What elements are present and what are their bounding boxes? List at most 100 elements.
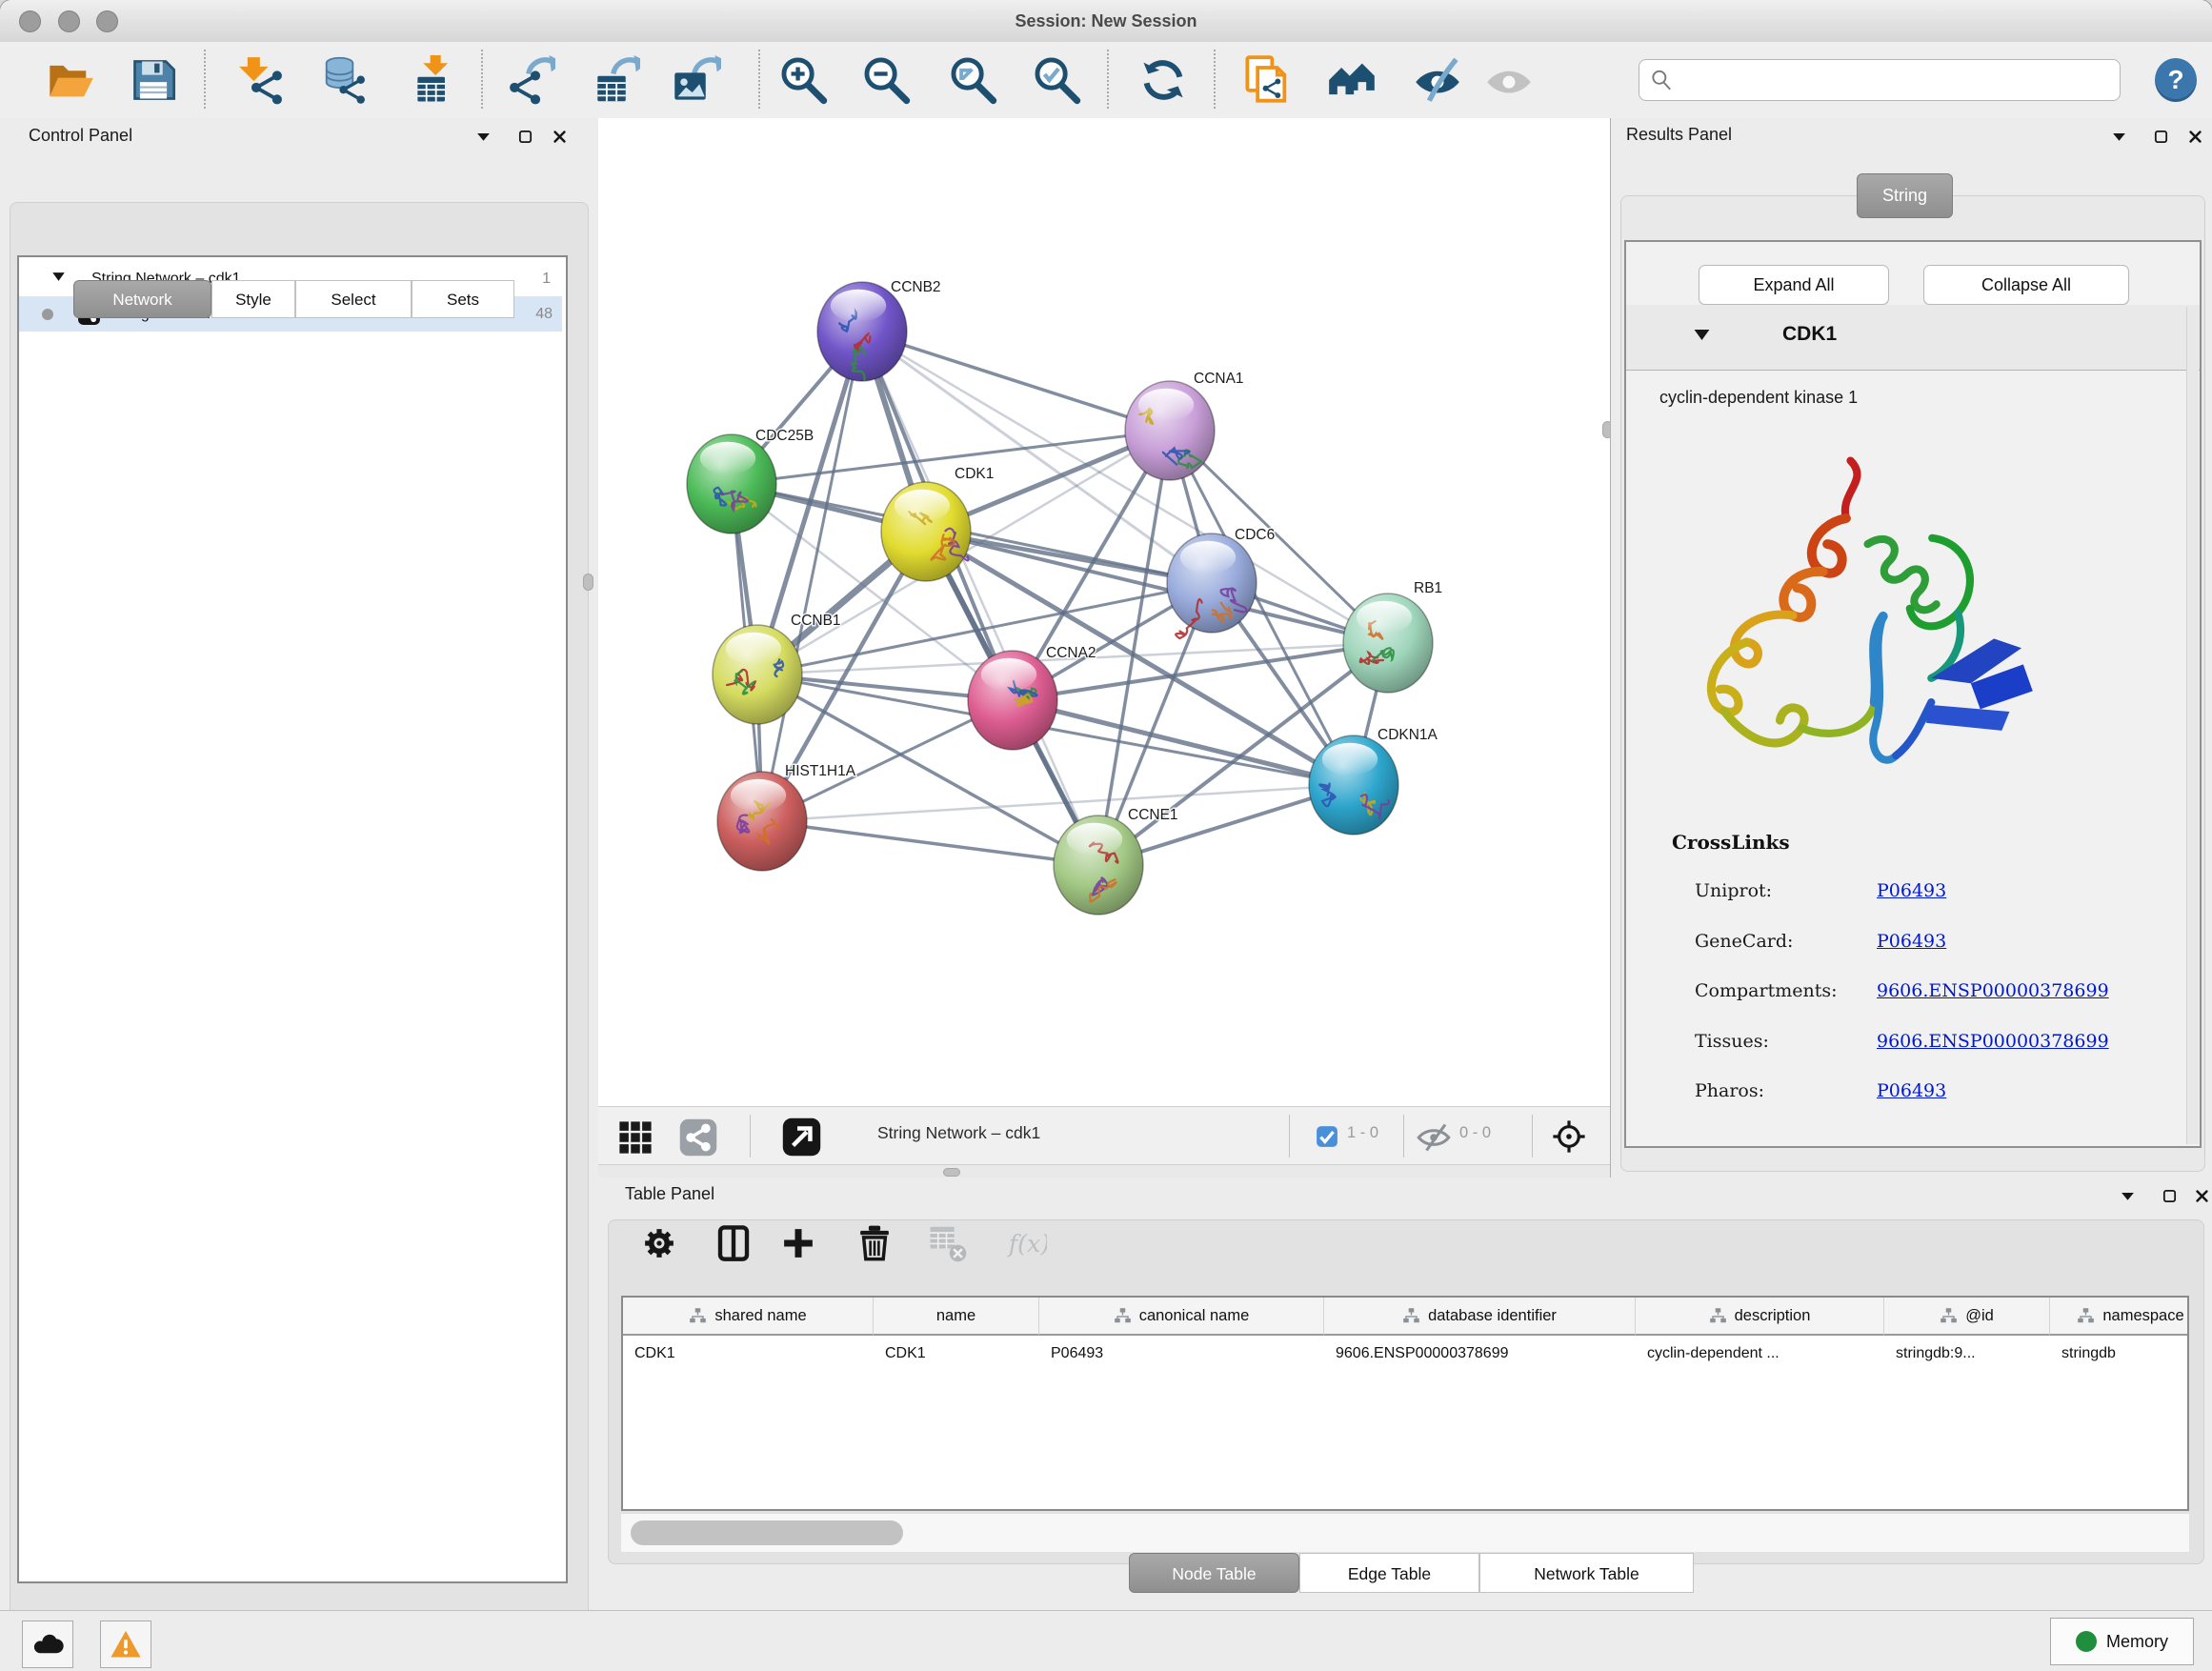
table-options-button[interactable] [635,1219,683,1267]
node-table[interactable]: shared nameCDK1nameCDK1canonical nameP06… [621,1296,2189,1511]
tree-expander-icon[interactable] [51,270,70,289]
import-table-icon [409,55,458,105]
table-h-scrollbar[interactable] [621,1513,2189,1552]
column-header-name[interactable]: name [874,1298,1039,1336]
cell-namespace[interactable]: stringdb [2050,1338,2189,1370]
show-columns-button[interactable] [710,1219,757,1267]
results-scrollbar[interactable] [2186,307,2199,1144]
node-ccna1[interactable]: CCNA1 [1125,371,1244,480]
edge-hist1h1a-ccne1[interactable] [762,821,1098,865]
warnings-button[interactable] [100,1621,151,1668]
splitter-grip[interactable] [943,1168,960,1177]
tab-string[interactable]: String [1857,173,1953,218]
panel-float-icon[interactable] [513,124,537,149]
cloud-status-button[interactable] [22,1621,73,1668]
export-image-button[interactable] [670,53,723,107]
import-table-from-file-button[interactable] [407,53,460,107]
crosslink-link[interactable]: P06493 [1877,931,1946,952]
open-in-window-icon[interactable] [781,1117,822,1158]
zoom-fit-button[interactable] [946,53,999,107]
node-ccnb1[interactable]: CCNB1 [713,613,841,724]
search-input[interactable] [1681,70,2110,91]
cell-database-identifier[interactable]: 9606.ENSP00000378699 [1324,1338,1636,1370]
crosslink-link[interactable]: P06493 [1877,880,1946,901]
tab-sets[interactable]: Sets [412,280,514,318]
zoom-in-button[interactable] [776,53,830,107]
zoom-out-button[interactable] [859,53,913,107]
import-network-from-file-button[interactable] [235,53,289,107]
grid-view-icon[interactable] [617,1119,654,1156]
crosslink-link[interactable]: 9606.ENSP00000378699 [1877,980,2109,1001]
tab-style[interactable]: Style [211,280,295,318]
search-icon [1649,68,1674,92]
edge-ccnb2-hist1h1a[interactable] [762,332,862,821]
node-cdc25b[interactable]: CDC25B [687,428,814,534]
cell-canonical-name[interactable]: P06493 [1039,1338,1324,1370]
panel-float-icon[interactable] [2157,1183,2182,1208]
selected-checkbox-icon[interactable] [1316,1125,1338,1148]
expand-all-button[interactable]: Expand All [1699,265,1889,305]
node-rb1[interactable]: RB1 [1343,580,1442,693]
create-column-button[interactable] [774,1219,822,1267]
cell-name[interactable]: CDK1 [874,1338,1039,1370]
new-network-from-selection-button[interactable] [1241,53,1295,107]
node-cdkn1a[interactable]: CDKN1A [1309,727,1438,835]
import-network-from-database-button[interactable] [315,53,369,107]
select-first-neighbors-button[interactable] [1325,53,1378,107]
window-titlebar: Session: New Session [0,0,2212,43]
column-header-description[interactable]: description [1636,1298,1884,1336]
network-thumbnail-icon[interactable] [678,1117,718,1158]
crosslink-link[interactable]: P06493 [1877,1080,1946,1101]
panel-menu-icon[interactable] [471,124,495,149]
cell--id[interactable]: stringdb:9... [1884,1338,2050,1370]
node-ccne1[interactable]: CCNE1 [1054,807,1178,915]
panel-close-icon[interactable] [2189,1183,2212,1208]
zoom-selected-button[interactable] [1030,53,1083,107]
search-field[interactable] [1639,59,2121,101]
section-expander-icon[interactable] [1693,326,1711,349]
crosslink-label: GeneCard: [1695,931,1793,952]
export-network-button[interactable] [504,53,557,107]
open-session-button[interactable] [44,53,97,107]
network-graph[interactable]: CCNB2CCNA1CDC25BCDK1CDC6RB1CCNB1CCNA2CDK… [598,118,1610,1106]
panel-close-icon[interactable] [2182,124,2207,149]
crosslink-link[interactable]: 9606.ENSP00000378699 [1877,1031,2109,1052]
collapse-all-button[interactable]: Collapse All [1923,265,2129,305]
column-header-label: shared name [714,1307,806,1325]
tab-node-table[interactable]: Node Table [1129,1553,1299,1593]
edge-ccnb2-ccna1[interactable] [862,332,1170,431]
network-canvas[interactable]: CCNB2CCNA1CDC25BCDK1CDC6RB1CCNB1CCNA2CDK… [598,118,1610,1106]
cell-description[interactable]: cyclin-dependent ... [1636,1338,1884,1370]
column-header-namespace[interactable]: namespace [2050,1298,2189,1336]
apply-preferred-layout-button[interactable] [1136,53,1190,107]
tab-edge-table[interactable]: Edge Table [1299,1553,1479,1593]
edge-ccnb2-ccne1[interactable] [862,332,1098,865]
results-panel: Results Panel String Expand All Collapse… [1610,118,2212,1178]
panel-menu-icon[interactable] [2115,1183,2140,1208]
hide-selected-button[interactable] [1411,53,1464,107]
column-header-canonical-name[interactable]: canonical name [1039,1298,1324,1336]
column-header--id[interactable]: @id [1884,1298,2050,1336]
panel-close-icon[interactable] [547,124,572,149]
save-session-button[interactable] [127,53,180,107]
help-button[interactable]: ? [2155,58,2197,102]
tab-network[interactable]: Network [73,280,211,318]
memory-button[interactable]: Memory [2050,1618,2194,1665]
node-label-cdk1: CDK1 [955,466,994,482]
column-header-database-identifier[interactable]: database identifier [1324,1298,1636,1336]
tab-network-table[interactable]: Network Table [1479,1553,1694,1593]
fit-selected-crosshair-icon[interactable] [1551,1118,1587,1155]
node-cdc6[interactable]: CDC6 [1167,527,1275,638]
magnifier-fit-icon [948,55,997,105]
columns-icon [714,1223,754,1263]
delete-columns-button[interactable] [851,1219,898,1267]
panel-float-icon[interactable] [2148,124,2173,149]
gene-section-header[interactable] [1626,305,2200,371]
left-splitter-grip[interactable] [583,574,593,591]
panel-menu-icon[interactable] [2106,124,2131,149]
tab-select[interactable]: Select [295,280,412,318]
scrollbar-thumb[interactable] [631,1520,903,1545]
column-header-shared-name[interactable]: shared name [623,1298,874,1336]
export-table-button[interactable] [589,53,642,107]
cell-shared-name[interactable]: CDK1 [623,1338,874,1370]
